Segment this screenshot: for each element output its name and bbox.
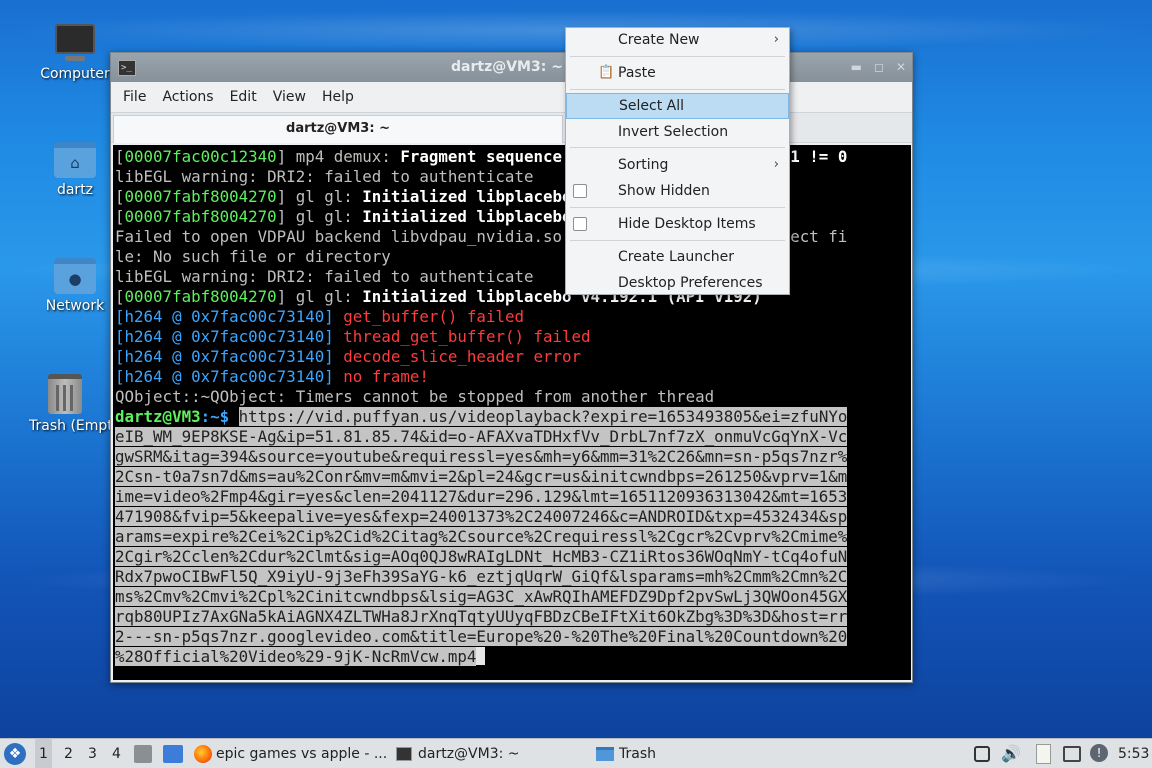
clipboard-icon[interactable] — [1036, 744, 1051, 764]
firefox-icon — [194, 745, 212, 763]
menu-edit[interactable]: Edit — [222, 89, 265, 105]
terminal-icon — [396, 747, 412, 761]
selected-line: 471908&fvip=5&keepalive=yes&fexp=2400137… — [115, 507, 848, 526]
desktop-switch-3[interactable]: 3 — [88, 739, 97, 768]
menu-item-sorting[interactable]: Sorting › — [566, 153, 789, 177]
terminal-window[interactable]: >_ dartz@VM3: ~ ▬ ◻ ✕ File Actions Edit … — [110, 52, 913, 683]
terminal-line: [00007fabf8004270] gl gl: Initialized li… — [115, 187, 762, 206]
selected-line: %28Official%20Video%29-9jK-NcRmVcw.mp4 — [115, 647, 911, 667]
desktop-switch-4[interactable]: 4 — [112, 739, 121, 768]
file-manager-launcher-icon[interactable] — [134, 745, 152, 763]
menu-view[interactable]: View — [265, 89, 314, 105]
task-trash[interactable]: Trash — [596, 739, 656, 768]
start-menu-icon[interactable]: ❖ — [4, 743, 26, 765]
selected-line: ms%2Cmv%2Cmvi%2Cpl%2Cinitcwndbps&lsig=AG… — [115, 587, 848, 606]
terminal-line: le: No such file or directory — [115, 247, 391, 266]
menu-item-hide-desktop-items[interactable]: Hide Desktop Items — [566, 212, 789, 236]
terminal-line: [h264 @ 0x7fac00c73140] get_buffer() fai… — [115, 307, 524, 326]
taskbar: ❖ 1 2 3 4 epic games vs apple - ... dart… — [0, 738, 1152, 768]
desktop-switch-2[interactable]: 2 — [64, 739, 73, 768]
network-icon[interactable] — [1063, 746, 1081, 762]
terminal-line: Failed to open VDPAU backend libvdpau_nv… — [115, 227, 848, 246]
trash-icon — [48, 374, 82, 414]
text-cursor — [476, 647, 486, 665]
menu-item-create-new[interactable]: Create New › — [566, 28, 789, 52]
show-hidden-checkbox[interactable] — [573, 184, 587, 198]
menu-actions[interactable]: Actions — [154, 89, 221, 105]
tab-terminal[interactable]: dartz@VM3: ~ — [113, 115, 563, 143]
terminal-line: [h264 @ 0x7fac00c73140] decode_slice_hea… — [115, 347, 582, 366]
terminal-line: libEGL warning: DRI2: failed to authenti… — [115, 267, 534, 286]
selected-line: arams=expire%2Cei%2Cip%2Cid%2Citag%2Csou… — [115, 527, 848, 546]
menu-item-paste[interactable]: 📋 Paste — [566, 61, 789, 85]
terminal-line: [00007fabf8004270] gl gl: Initialized li… — [115, 207, 762, 226]
window-title: dartz@VM3: ~ — [451, 59, 563, 75]
prompt-path: :~$ — [200, 407, 230, 426]
menu-item-select-all[interactable]: Select All — [566, 93, 789, 119]
paste-icon: 📋 — [598, 65, 615, 80]
desktop-switch-1[interactable]: 1 — [35, 739, 52, 768]
terminal-icon: >_ — [118, 59, 136, 76]
chevron-right-icon: › — [773, 32, 779, 47]
menu-item-create-launcher[interactable]: Create Launcher — [566, 245, 789, 269]
selected-text: https://vid.puffyan.us/videoplayback?exp… — [238, 407, 848, 426]
prompt-user: dartz@VM3 — [115, 407, 201, 426]
selected-line: rqb80UPIz7AxGNa5kAiAGNX4ZLTWHa8JrXnqTqty… — [115, 607, 848, 626]
terminal-line: QObject::~QObject: Timers cannot be stop… — [115, 387, 715, 406]
minimize-icon[interactable]: ▬ — [851, 60, 862, 74]
selected-line: Rdx7pwoCIBwFl5Q_X9iyU-9j3eFh39SaYG-k6_ez… — [115, 567, 848, 586]
network-folder-icon: ● — [54, 258, 96, 294]
terminal-output[interactable]: [00007fac00c12340] mp4 demux: Fragment s… — [113, 145, 911, 680]
terminal-line: libEGL warning: DRI2: failed to authenti… — [115, 167, 534, 186]
terminal-line: [00007fabf8004270] gl gl: Initialized li… — [115, 287, 762, 306]
desktop-icon-trash[interactable]: Trash (Empty) — [20, 374, 110, 434]
desktop-context-menu: Create New › 📋 Paste Select All Invert Sel… — [565, 27, 790, 295]
selected-line: 2Cgir%2Cclen%2Cdur%2Clmt&sig=AOq0QJ8wRAI… — [115, 547, 848, 566]
selected-line: gwSRM&itag=394&source=youtube&requiressl… — [115, 447, 848, 466]
selected-line: ime=video%2Fmp4&gir=yes&clen=2041127&dur… — [115, 487, 848, 506]
tab-bar: dartz@VM3: ~ — [111, 112, 912, 143]
menu-item-invert-selection[interactable]: Invert Selection — [566, 120, 789, 144]
menu-item-show-hidden[interactable]: Show Hidden — [566, 179, 789, 203]
terminal-line: [h264 @ 0x7fac00c73140] thread_get_buffe… — [115, 327, 591, 346]
task-firefox[interactable]: epic games vs apple - ... — [194, 739, 387, 768]
computer-icon — [55, 24, 95, 61]
desktop-icon-label: Trash (Empty) — [29, 418, 110, 434]
selected-line: eIB_WM_9EP8KSE-Ag&ip=51.81.85.74&id=o-AF… — [115, 427, 848, 446]
maximize-icon[interactable]: ◻ — [874, 60, 884, 74]
chevron-right-icon: › — [773, 157, 779, 172]
clock[interactable]: 5:53 — [1118, 739, 1149, 768]
close-icon[interactable]: ✕ — [896, 60, 906, 74]
screenshot-icon[interactable] — [974, 746, 990, 762]
volume-icon[interactable]: 🔊 — [1001, 739, 1021, 768]
menu-item-desktop-preferences[interactable]: Desktop Preferences — [566, 271, 789, 295]
menu-help[interactable]: Help — [314, 89, 362, 105]
terminal-line: [h264 @ 0x7fac00c73140] no frame! — [115, 367, 429, 386]
terminal-line: [00007fac00c12340] mp4 demux: Fragment s… — [115, 147, 848, 166]
folder-icon — [596, 747, 614, 761]
menubar: File Actions Edit View Help — [111, 82, 912, 112]
home-folder-icon: ⌂ — [54, 142, 96, 178]
menu-file[interactable]: File — [115, 89, 154, 105]
updates-icon[interactable]: ! — [1090, 744, 1108, 762]
selected-line: 2Csn-t0a7sn7d&ms=au%2Conr&mv=m&mvi=2&pl=… — [115, 467, 848, 486]
terminal-prompt-line: dartz@VM3:~$ https://vid.puffyan.us/vide… — [115, 407, 911, 427]
show-desktop-icon[interactable] — [163, 745, 183, 763]
window-titlebar[interactable]: >_ dartz@VM3: ~ ▬ ◻ ✕ — [111, 53, 912, 82]
selected-line: 2---sn-p5qs7nzr.googlevideo.com&title=Eu… — [115, 627, 848, 646]
task-terminal[interactable]: dartz@VM3: ~ — [396, 739, 520, 768]
hide-desktop-items-checkbox[interactable] — [573, 217, 587, 231]
